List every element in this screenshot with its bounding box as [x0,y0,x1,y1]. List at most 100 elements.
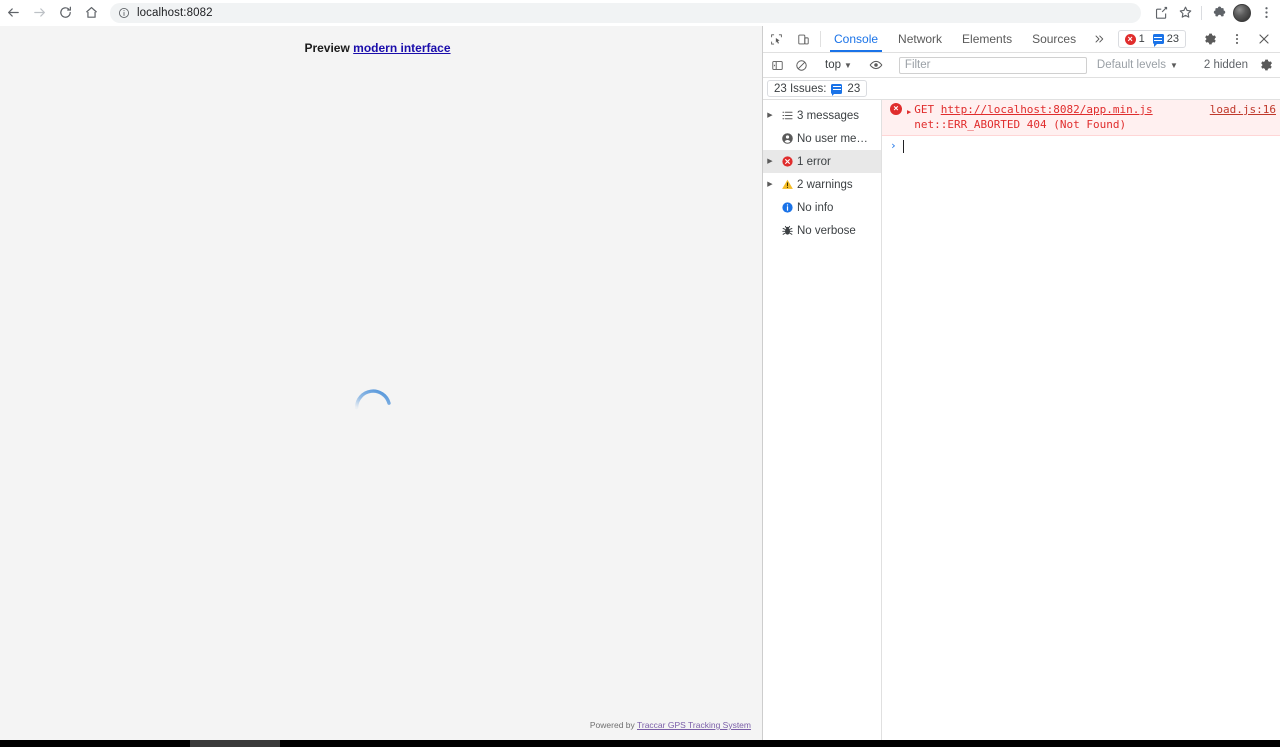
tab-console[interactable]: Console [824,26,888,52]
issue-badges[interactable]: × 1 23 [1117,30,1186,48]
extensions-button[interactable] [1206,1,1230,25]
sidebar-item-errors-label: 1 error [797,155,831,168]
devtools-close-button[interactable] [1250,32,1277,46]
console-sidebar-toggle-button[interactable] [765,54,789,76]
tab-network[interactable]: Network [888,26,952,52]
page-footer: Powered by Traccar GPS Tracking System [0,720,755,730]
bookmark-button[interactable] [1173,1,1197,25]
preview-label: Preview [304,41,350,55]
forward-button[interactable] [26,0,52,26]
window-bottom-bar [0,740,1280,747]
console-prompt[interactable]: › [882,136,1280,156]
toolbar-divider [1201,5,1202,20]
tab-sources[interactable]: Sources [1022,26,1086,52]
prompt-caret-icon: › [890,139,897,152]
live-expression-button[interactable] [864,54,888,76]
message-count-badge[interactable]: 23 [1149,33,1183,47]
browser-toolbar: localhost:8082 [0,0,1280,26]
log-levels-selector[interactable]: Default levels ▼ [1091,59,1184,71]
avatar[interactable] [1233,3,1251,22]
devtools-panel: Console Network Elements Sources × 1 23 … [762,26,1280,740]
device-toolbar-button[interactable] [790,26,817,52]
issues-message-icon [831,83,843,96]
expand-arrow-icon[interactable]: ▶ [763,150,777,173]
expand-arrow-icon[interactable]: ▶ [907,105,911,120]
sidebar-item-errors[interactable]: ▶ 1 error [763,150,881,173]
error-circle-icon [777,155,797,168]
preview-banner: Preview modern interface [0,41,755,55]
star-icon [1179,6,1191,18]
issues-count: 23 [847,82,861,95]
chevron-down-icon: ▼ [1169,60,1178,70]
page-viewport: Preview modern interface Powered by Trac… [0,26,762,740]
page-content: Preview modern interface Powered by Trac… [0,26,755,740]
close-x-icon [1258,34,1269,44]
console-sidebar: ▶ 3 messages No user me… ▶ 1 error ▶ 2 w… [763,100,882,740]
address-bar-url: localhost:8082 [137,6,213,19]
modern-interface-link[interactable]: modern interface [353,41,450,55]
tab-network-label: Network [898,32,943,46]
devtools-tabbar-actions: × 1 23 [1117,26,1280,52]
console-message-row[interactable]: × ▶ GET http://localhost:8082/app.min.js… [882,100,1280,136]
tab-elements[interactable]: Elements [952,26,1022,52]
execution-context-label: top [825,59,841,71]
expand-arrow-icon[interactable]: ▶ [763,173,777,196]
issues-chip[interactable]: 23 Issues: 23 [767,80,868,97]
devtools-settings-button[interactable] [1196,32,1223,46]
message-count-label: 23 [1166,33,1179,45]
back-button[interactable] [0,0,26,26]
sidebar-item-user-messages[interactable]: No user me… [763,127,881,150]
console-message-method: GET [914,103,935,116]
gear-icon [1204,33,1216,45]
home-icon [85,6,97,18]
sidebar-item-warnings[interactable]: ▶ 2 warnings [763,173,881,196]
more-tabs-button[interactable] [1086,26,1112,52]
error-count-badge[interactable]: × 1 [1121,33,1149,45]
execution-context-selector[interactable]: top ▼ [820,59,857,71]
reload-button[interactable] [52,0,78,26]
sidebar-item-verbose[interactable]: No verbose [763,219,881,242]
inspect-element-button[interactable] [763,26,790,52]
sidebar-item-info-label: No info [797,201,834,214]
address-bar[interactable]: localhost:8082 [110,2,1141,23]
console-message-url[interactable]: http://localhost:8082/app.min.js [941,103,1153,116]
share-button[interactable] [1149,1,1173,25]
bottom-scrollbar-thumb[interactable] [190,740,280,747]
three-dots-vertical-icon [1235,34,1238,44]
console-message-text: GET http://localhost:8082/app.min.js net… [914,102,1202,132]
tab-elements-label: Elements [962,32,1013,46]
console-filter-placeholder: Filter [904,59,931,71]
console-output[interactable]: × ▶ GET http://localhost:8082/app.min.js… [882,100,1280,740]
clear-console-icon [795,59,807,71]
sidebar-item-warnings-label: 2 warnings [797,178,853,191]
console-message-source-link[interactable]: load.js:16 [1210,102,1276,117]
expand-arrow-icon[interactable]: ▶ [763,104,777,127]
console-filter-input[interactable]: Filter [898,56,1087,74]
tab-console-label: Console [834,32,879,46]
device-toolbar-icon [798,34,809,44]
browser-menu-button[interactable] [1254,1,1278,25]
reload-icon [59,6,71,18]
clear-console-button[interactable] [789,54,813,76]
footer-label: Powered by [589,720,635,730]
site-info-icon[interactable] [118,7,130,19]
sidebar-item-verbose-label: No verbose [797,224,856,237]
sidebar-item-info[interactable]: No info [763,196,881,219]
traccar-link[interactable]: Traccar GPS Tracking System [637,720,751,730]
tabbar-divider [820,31,821,47]
home-button[interactable] [78,0,104,26]
bug-icon [777,224,797,237]
console-sidebar-toggle-icon [771,60,783,70]
sidebar-item-messages[interactable]: ▶ 3 messages [763,104,881,127]
console-settings-button[interactable] [1254,54,1278,76]
hidden-messages-count: 2 hidden [1203,59,1248,71]
tab-sources-label: Sources [1032,32,1077,46]
warning-triangle-icon [777,178,797,191]
devtools-more-options-button[interactable] [1223,32,1250,46]
console-toolbar: top ▼ Filter Default levels ▼ 2 hidden [763,53,1280,78]
issues-bar: 23 Issues: 23 [763,78,1280,100]
toolbar-actions [1149,1,1280,25]
prompt-text-cursor [902,139,904,153]
sidebar-item-messages-label: 3 messages [797,109,860,122]
console-message-detail: net::ERR_ABORTED 404 (Not Found) [914,118,1127,131]
